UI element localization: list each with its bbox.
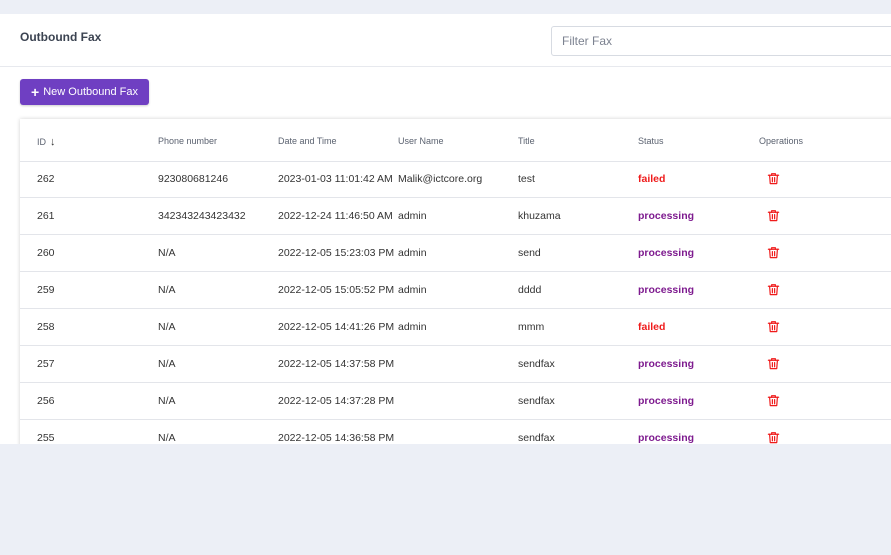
- outbound-fax-table: ID ↓ Phone number Date and Time User Name…: [20, 119, 891, 444]
- trash-icon[interactable]: [767, 283, 780, 296]
- table-row: 261 342343243423432 2022-12-24 11:46:50 …: [20, 198, 891, 235]
- cell-date-and-time: 2023-01-03 11:01:42 AM: [278, 173, 393, 185]
- cell-phone-number: N/A: [158, 432, 176, 444]
- table-header: ID ↓ Phone number Date and Time User Name…: [20, 119, 891, 162]
- cell-title: mmm: [518, 321, 545, 333]
- cell-date-and-time: 2022-12-24 11:46:50 AM: [278, 210, 393, 222]
- column-header-user-name[interactable]: User Name: [398, 136, 444, 146]
- cell-date-and-time: 2022-12-05 14:37:58 PM: [278, 358, 395, 370]
- cell-phone-number: N/A: [158, 395, 176, 407]
- page-title: Outbound Fax: [20, 30, 102, 44]
- cell-id: 257: [37, 358, 55, 370]
- table-row: 260 N/A 2022-12-05 15:23:03 PM admin sen…: [20, 235, 891, 272]
- trash-icon[interactable]: [767, 209, 780, 222]
- cell-id: 258: [37, 321, 55, 333]
- cell-user-name: Malik@ictcore.org: [398, 173, 483, 185]
- cell-title: sendfax: [518, 432, 555, 444]
- cell-title: test: [518, 173, 535, 185]
- trash-icon[interactable]: [767, 172, 780, 185]
- status-badge: processing: [638, 284, 695, 296]
- cell-user-name: admin: [398, 247, 427, 259]
- trash-icon[interactable]: [767, 320, 780, 333]
- cell-user-name: admin: [398, 321, 427, 333]
- cell-phone-number: 923080681246: [158, 173, 229, 185]
- cell-title: send: [518, 247, 541, 259]
- cell-user-name: admin: [398, 284, 427, 296]
- cell-phone-number: N/A: [158, 358, 176, 370]
- table-row: 257 N/A 2022-12-05 14:37:58 PM sendfax p…: [20, 346, 891, 383]
- panel-header: Outbound Fax: [0, 14, 891, 67]
- table-row: 255 N/A 2022-12-05 14:36:58 PM sendfax p…: [20, 420, 891, 444]
- trash-icon[interactable]: [767, 431, 780, 444]
- status-badge: processing: [638, 358, 695, 370]
- cell-title: dddd: [518, 284, 542, 296]
- status-badge: failed: [638, 321, 666, 333]
- filter-fax-input[interactable]: [551, 26, 891, 56]
- cell-phone-number: N/A: [158, 284, 176, 296]
- cell-user-name: admin: [398, 210, 427, 222]
- table-body: 262 923080681246 2023-01-03 11:01:42 AM …: [20, 161, 891, 444]
- cell-date-and-time: 2022-12-05 15:23:03 PM: [278, 247, 395, 259]
- cell-id: 256: [37, 395, 55, 407]
- column-header-id[interactable]: ID ↓: [37, 136, 56, 148]
- cell-phone-number: N/A: [158, 247, 176, 259]
- new-outbound-fax-label: New Outbound Fax: [43, 86, 138, 98]
- plus-icon: +: [31, 84, 40, 100]
- status-badge: processing: [638, 210, 695, 222]
- cell-date-and-time: 2022-12-05 15:05:52 PM: [278, 284, 395, 296]
- column-header-operations: Operations: [759, 136, 804, 146]
- cell-date-and-time: 2022-12-05 14:41:26 PM: [278, 321, 395, 333]
- arrow-down-icon: ↓: [50, 136, 56, 148]
- outbound-fax-panel: Outbound Fax + New Outbound Fax ID↓ Phon…: [0, 14, 891, 444]
- cell-date-and-time: 2022-12-05 14:36:58 PM: [278, 432, 395, 444]
- trash-icon[interactable]: [767, 357, 780, 370]
- column-header-title[interactable]: Title: [518, 136, 535, 146]
- status-badge: processing: [638, 395, 695, 407]
- cell-phone-number: N/A: [158, 321, 176, 333]
- cell-title: sendfax: [518, 358, 555, 370]
- status-badge: failed: [638, 173, 666, 185]
- cell-date-and-time: 2022-12-05 14:37:28 PM: [278, 395, 395, 407]
- cell-id: 261: [37, 210, 55, 222]
- table-row: 256 N/A 2022-12-05 14:37:28 PM sendfax p…: [20, 383, 891, 420]
- cell-id: 260: [37, 247, 55, 259]
- table-row: 259 N/A 2022-12-05 15:05:52 PM admin ddd…: [20, 272, 891, 309]
- table-row: 262 923080681246 2023-01-03 11:01:42 AM …: [20, 161, 891, 198]
- status-badge: processing: [638, 247, 695, 259]
- cell-title: sendfax: [518, 395, 555, 407]
- column-header-status[interactable]: Status: [638, 136, 664, 146]
- new-outbound-fax-button[interactable]: + New Outbound Fax: [20, 79, 149, 105]
- cell-id: 255: [37, 432, 55, 444]
- table-row: 258 N/A 2022-12-05 14:41:26 PM admin mmm…: [20, 309, 891, 346]
- cell-phone-number: 342343243423432: [158, 210, 246, 222]
- cell-id: 262: [37, 173, 55, 185]
- trash-icon[interactable]: [767, 394, 780, 407]
- cell-id: 259: [37, 284, 55, 296]
- status-badge: processing: [638, 432, 695, 444]
- column-header-date-and-time[interactable]: Date and Time: [278, 136, 337, 146]
- cell-title: khuzama: [518, 210, 561, 222]
- column-header-phone-number[interactable]: Phone number: [158, 136, 217, 146]
- trash-icon[interactable]: [767, 246, 780, 259]
